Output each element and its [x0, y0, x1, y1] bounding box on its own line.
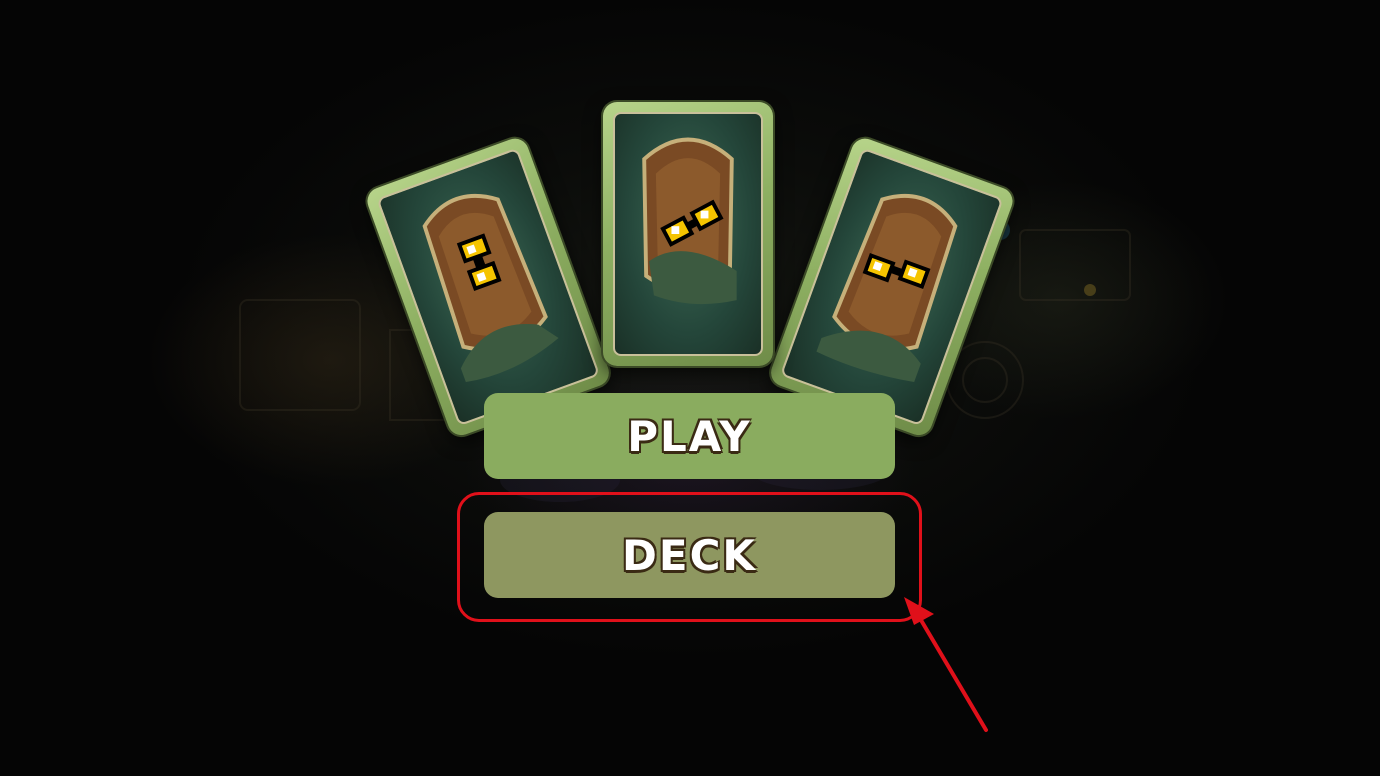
game-main-menu: PLAY DECK: [0, 0, 1380, 776]
deck-button[interactable]: DECK: [484, 512, 895, 598]
play-button[interactable]: PLAY: [484, 393, 895, 479]
card-illustration: [642, 137, 737, 305]
card-art: [613, 112, 763, 356]
card-center[interactable]: [603, 102, 773, 366]
